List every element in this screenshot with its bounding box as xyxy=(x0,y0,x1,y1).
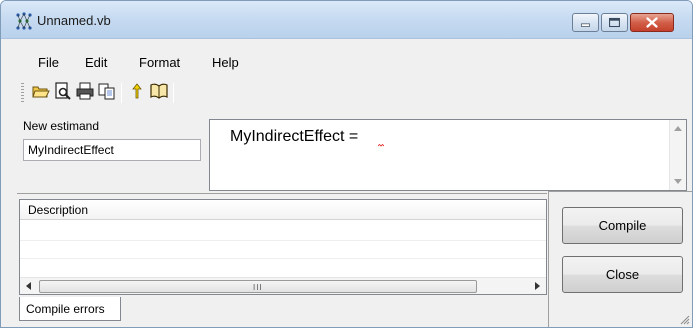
copy-icon[interactable] xyxy=(97,81,117,101)
maximize-button[interactable] xyxy=(601,13,628,32)
resize-grip-icon[interactable] xyxy=(678,313,690,325)
spell-error-squiggle xyxy=(378,144,384,147)
compile-button[interactable]: Compile xyxy=(562,207,683,244)
menu-bar: File Edit Format Help xyxy=(1,52,692,74)
title-bar[interactable]: Unnamed.vb xyxy=(1,1,692,39)
list-row-divider xyxy=(20,258,546,259)
window-title: Unnamed.vb xyxy=(37,13,111,28)
toolbar-separator xyxy=(121,83,122,103)
new-estimand-label: New estimand xyxy=(23,119,100,133)
print-icon[interactable] xyxy=(75,81,95,101)
editor-vertical-scrollbar[interactable] xyxy=(669,120,686,190)
estimand-name-input[interactable] xyxy=(23,139,201,161)
scroll-left-arrow-icon[interactable] xyxy=(26,282,31,290)
scroll-up-arrow-icon[interactable] xyxy=(674,126,682,131)
description-column-header[interactable]: Description xyxy=(20,200,546,220)
close-button[interactable]: Close xyxy=(562,256,683,293)
app-network-icon xyxy=(16,12,32,30)
menu-file[interactable]: File xyxy=(38,55,59,70)
scroll-down-arrow-icon[interactable] xyxy=(674,179,682,184)
book-icon[interactable] xyxy=(149,81,169,101)
description-horizontal-scrollbar[interactable]: III xyxy=(20,277,546,294)
list-row-divider xyxy=(20,240,546,241)
horizontal-scroll-thumb[interactable]: III xyxy=(39,280,477,293)
divider xyxy=(17,193,547,194)
menu-help[interactable]: Help xyxy=(212,55,239,70)
expression-editor[interactable]: MyIndirectEffect = xyxy=(209,119,687,191)
menu-format[interactable]: Format xyxy=(139,55,180,70)
toolbar xyxy=(1,81,692,107)
toolbar-separator xyxy=(173,83,174,103)
minimize-button[interactable] xyxy=(572,13,599,32)
expression-text: MyIndirectEffect = xyxy=(230,128,359,145)
toolbar-grip[interactable] xyxy=(21,83,24,103)
tab-compile-errors[interactable]: Compile errors xyxy=(19,297,121,321)
description-list[interactable]: Description III xyxy=(19,199,547,295)
maximize-icon xyxy=(609,17,620,28)
scroll-right-arrow-icon[interactable] xyxy=(535,282,540,290)
scroll-thumb-grip: III xyxy=(253,283,263,292)
menu-edit[interactable]: Edit xyxy=(85,55,107,70)
print-preview-icon[interactable] xyxy=(53,81,73,101)
close-window-button[interactable] xyxy=(630,13,674,32)
up-arrow-icon[interactable] xyxy=(127,81,147,101)
minimize-icon xyxy=(581,23,590,27)
close-icon xyxy=(646,17,658,28)
app-window: Unnamed.vb File Edit Format Help New est… xyxy=(0,0,693,328)
open-folder-icon[interactable] xyxy=(31,81,51,101)
